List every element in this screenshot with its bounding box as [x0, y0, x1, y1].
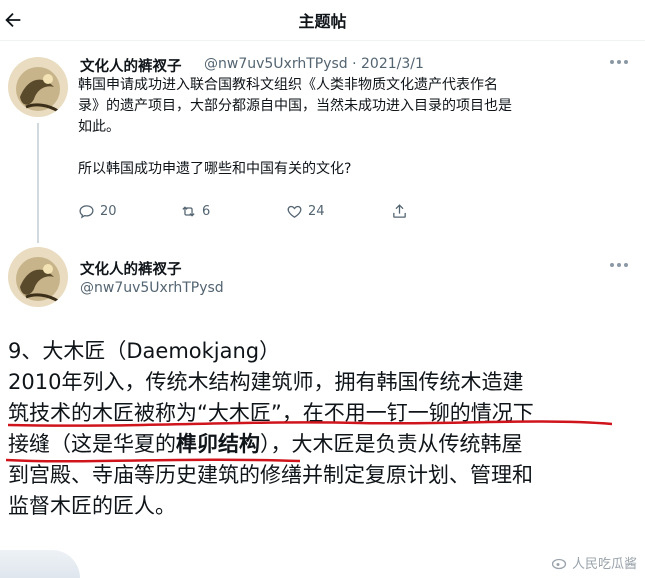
tweet-line: 录》的遗产项目，大部分都源自中国，当然未成功进入目录的项目也是 — [78, 98, 512, 114]
thread-connector — [37, 123, 39, 243]
tweet-line: 所以韩国成功申遗了哪些和中国有关的文化? — [78, 161, 352, 177]
reply-button[interactable]: 20 — [78, 201, 117, 221]
weibo-icon — [551, 558, 567, 569]
like-count: 24 — [308, 203, 325, 219]
more-options-icon[interactable] — [610, 60, 628, 66]
tweet-line: 到宫殿、寺庙等历史建筑的修缮并制定复原计划、管理和 — [8, 463, 533, 487]
retweet-button[interactable]: 6 — [180, 201, 210, 221]
retweet-count: 6 — [202, 203, 211, 219]
image-preview — [0, 550, 80, 578]
bold-term: 榫卯结构 — [176, 432, 260, 456]
author-name[interactable]: 文化人的裤衩子 — [80, 258, 182, 279]
retweet-icon — [182, 205, 195, 217]
watermark-text: 人民吃瓜酱 — [571, 557, 637, 572]
watermark: 人民吃瓜酱 — [551, 553, 637, 572]
tweet-line: 韩国申请成功进入联合国教科文组织《人类非物质文化遗产代表作名 — [78, 77, 498, 93]
tweet-text-large: 9、大木匠（Daemokjang） 2010年列入，传统木结构建筑师，拥有韩国传… — [8, 336, 638, 522]
handle-text: @nw7uv5UxrhTPysd — [204, 56, 348, 72]
reply-count: 20 — [100, 203, 117, 219]
author-name[interactable]: 文化人的裤衩子 — [80, 55, 182, 76]
tweet-text: 韩国申请成功进入联合国教科文组织《人类非物质文化遗产代表作名 录》的遗产项目，大… — [78, 75, 623, 180]
tweet-line: 筑技术的木匠被称为“大木匠”，在不用一钉一铆的情况下 — [8, 401, 534, 425]
post-date: · 2021/3/1 — [352, 56, 424, 72]
tweet-actions: 20 6 24 — [78, 201, 418, 221]
avatar[interactable] — [8, 57, 68, 117]
tweet-line: 2010年列入，传统木结构建筑师，拥有韩国传统木造建 — [8, 370, 524, 394]
heart-icon — [287, 205, 302, 218]
share-icon — [393, 203, 406, 218]
author-handle: @nw7uv5UxrhTPysd · 2021/3/1 — [204, 56, 424, 72]
text-segment: 接缝（这是华夏的 — [8, 432, 176, 456]
page-title: 主题帖 — [298, 12, 347, 31]
tweet-line: 9、大木匠（Daemokjang） — [8, 339, 281, 363]
tweet-line: 接缝（这是华夏的榫卯结构），大木匠是负责从传统韩屋 — [8, 429, 638, 460]
author-handle: @nw7uv5UxrhTPysd — [80, 280, 224, 296]
reply-icon — [79, 204, 94, 218]
avatar[interactable] — [8, 247, 68, 307]
tweet-line: 监督木匠的匠人。 — [8, 494, 176, 518]
like-button[interactable]: 24 — [286, 201, 325, 221]
text-segment: ），大木匠是负责从传统韩屋 — [260, 432, 523, 456]
more-options-icon[interactable] — [610, 263, 628, 269]
share-button[interactable] — [391, 201, 408, 221]
top-bar: 主题帖 — [0, 0, 645, 41]
tweet-line: 如此。 — [78, 119, 120, 135]
